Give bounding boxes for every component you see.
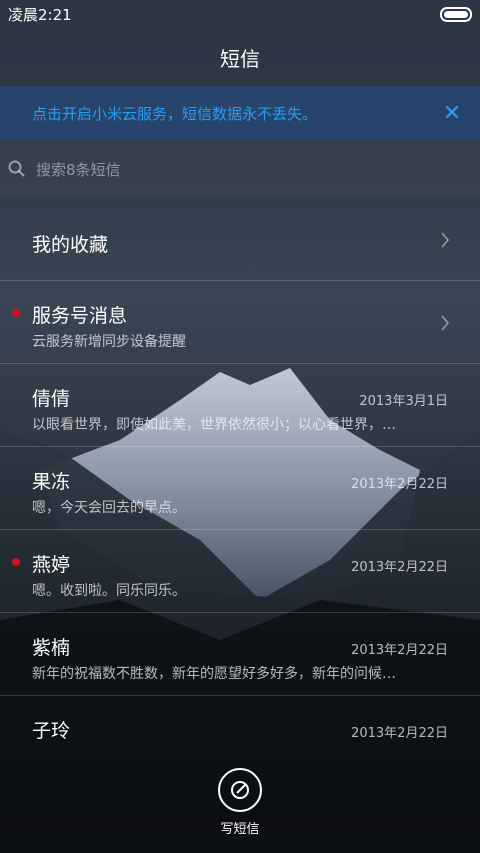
search-icon [8,160,25,177]
chevron-right-icon [441,315,449,331]
list-item-conversation[interactable]: 紫楠 2013年2月22日 新年的祝福数不胜数，新年的愿望好多好多，新年的问候… [0,613,480,696]
page-title: 短信 [220,46,260,71]
compose-icon[interactable] [218,768,262,812]
search-placeholder: 搜索8条短信 [36,160,121,179]
conversation-date: 2013年2月22日 [351,643,448,658]
conversation-snippet: 嗯。收到啦。同乐同乐。 [32,583,186,599]
conversation-name: 燕婷 [32,554,71,576]
status-time: 凌晨2:21 [8,5,72,24]
page-title-bar: 短信 [0,28,480,86]
conversation-snippet: 以眼看世界，即使如此美，世界依然很小；以心看世界，… [32,417,396,433]
conversation-name: 子玲 [32,720,71,742]
conversation-name: 倩倩 [32,388,71,410]
list-item-conversation[interactable]: 倩倩 2013年3月1日 以眼看世界，即使如此美，世界依然很小；以心看世界，… [0,364,480,447]
banner-text: 点击开启小米云服务，短信数据永不丢失。 [32,104,318,123]
list-item-conversation[interactable]: 燕婷 2013年2月22日 嗯。收到啦。同乐同乐。 [0,530,480,613]
close-icon[interactable]: ✕ [440,101,464,126]
list-item-conversation[interactable]: 子玲 2013年2月22日 [0,696,480,779]
conversation-snippet: 新年的祝福数不胜数，新年的愿望好多好多，新年的问候… [32,666,396,682]
conversation-name: 紫楠 [32,637,71,659]
conversation-date: 2013年2月22日 [351,560,448,575]
conversation-snippet: 嗯，今天会回去的早点。 [32,500,186,516]
conversation-name: 我的收藏 [32,234,109,256]
list-item-favorites[interactable]: 我的收藏 [0,198,480,281]
compose-label: 写短信 [220,822,260,837]
conversation-date: 2013年2月22日 [351,477,448,492]
chevron-right-icon [441,232,449,248]
list-item-conversation[interactable]: 果冻 2013年2月22日 嗯，今天会回去的早点。 [0,447,480,530]
conversation-snippet: 云服务新增同步设备提醒 [32,334,186,350]
conversation-name: 服务号消息 [32,305,128,327]
status-bar: 凌晨2:21 [0,0,480,28]
conversation-date: 2013年3月1日 [359,394,448,409]
conversation-list: 我的收藏 服务号消息 云服务新增同步设备提醒 倩倩 2013年3月1日 以眼看世… [0,198,480,779]
list-item-service-messages[interactable]: 服务号消息 云服务新增同步设备提醒 [0,281,480,364]
compose-button[interactable]: 写短信 [0,768,480,837]
search-bar[interactable]: 搜索8条短信 [0,140,480,198]
unread-dot [12,309,20,317]
unread-dot [12,558,20,566]
conversation-name: 果冻 [32,471,71,493]
battery-icon [440,6,472,22]
conversation-date: 2013年2月22日 [351,726,448,741]
cloud-service-banner[interactable]: 点击开启小米云服务，短信数据永不丢失。 ✕ [0,86,480,140]
